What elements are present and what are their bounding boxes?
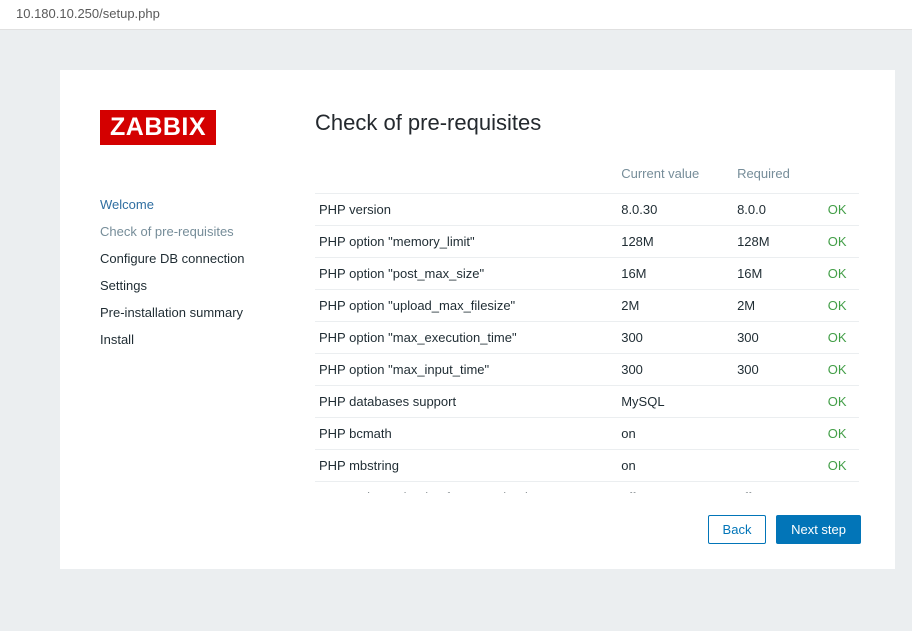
cell-status: OK bbox=[824, 386, 859, 418]
table-row: PHP bcmathon OK bbox=[315, 418, 859, 450]
cell-name: PHP option "post_max_size" bbox=[315, 258, 617, 290]
url-text: 10.180.10.250/setup.php bbox=[16, 6, 160, 21]
cell-current: 2M bbox=[617, 290, 733, 322]
cell-name: PHP option "upload_max_filesize" bbox=[315, 290, 617, 322]
cell-required: 8.0.0 bbox=[733, 194, 824, 226]
cell-status: OK bbox=[824, 450, 859, 482]
sidebar: ZABBIX WelcomeCheck of pre-requisitesCon… bbox=[60, 110, 315, 544]
back-button[interactable]: Back bbox=[708, 515, 767, 544]
cell-name: PHP option "max_input_time" bbox=[315, 354, 617, 386]
cell-required: off bbox=[733, 482, 824, 494]
next-step-button[interactable]: Next step bbox=[776, 515, 861, 544]
cell-current: MySQL bbox=[617, 386, 733, 418]
cell-required: 300 bbox=[733, 354, 824, 386]
cell-status: OK bbox=[824, 322, 859, 354]
cell-current: on bbox=[617, 418, 733, 450]
cell-current: off bbox=[617, 482, 733, 494]
cell-required bbox=[733, 418, 824, 450]
cell-status: OK bbox=[824, 226, 859, 258]
col-header-status bbox=[824, 158, 859, 194]
cell-name: PHP option "mbstring.func_overload" bbox=[315, 482, 617, 494]
cell-current: 300 bbox=[617, 322, 733, 354]
cell-current: 16M bbox=[617, 258, 733, 290]
cell-status: OK bbox=[824, 482, 859, 494]
table-row: PHP option "post_max_size"16M16MOK bbox=[315, 258, 859, 290]
table-row: PHP option "mbstring.func_overload"offof… bbox=[315, 482, 859, 494]
table-row: PHP mbstringon OK bbox=[315, 450, 859, 482]
main: Check of pre-requisites Current value Re… bbox=[315, 110, 865, 544]
nav-item-2[interactable]: Configure DB connection bbox=[100, 245, 315, 272]
page-title: Check of pre-requisites bbox=[315, 110, 865, 136]
nav-item-3[interactable]: Settings bbox=[100, 272, 315, 299]
table-row: PHP option "memory_limit"128M128MOK bbox=[315, 226, 859, 258]
cell-required: 16M bbox=[733, 258, 824, 290]
cell-name: PHP mbstring bbox=[315, 450, 617, 482]
address-bar[interactable]: 10.180.10.250/setup.php bbox=[0, 0, 912, 30]
cell-name: PHP option "max_execution_time" bbox=[315, 322, 617, 354]
cell-status: OK bbox=[824, 354, 859, 386]
nav-item-1[interactable]: Check of pre-requisites bbox=[100, 218, 315, 245]
nav-item-5[interactable]: Install bbox=[100, 326, 315, 353]
nav: WelcomeCheck of pre-requisitesConfigure … bbox=[60, 191, 315, 353]
table-row: PHP option "upload_max_filesize"2M2MOK bbox=[315, 290, 859, 322]
nav-item-4[interactable]: Pre-installation summary bbox=[100, 299, 315, 326]
requisites-scroll[interactable]: Current value Required PHP version8.0.30… bbox=[315, 158, 865, 493]
cell-required: 2M bbox=[733, 290, 824, 322]
cell-name: PHP version bbox=[315, 194, 617, 226]
cell-required bbox=[733, 450, 824, 482]
cell-name: PHP bcmath bbox=[315, 418, 617, 450]
table-row: PHP option "max_input_time"300300OK bbox=[315, 354, 859, 386]
col-header-name bbox=[315, 158, 617, 194]
cell-required: 300 bbox=[733, 322, 824, 354]
cell-required: 128M bbox=[733, 226, 824, 258]
page-wrap: ZABBIX WelcomeCheck of pre-requisitesCon… bbox=[0, 30, 912, 569]
cell-current: 128M bbox=[617, 226, 733, 258]
cell-current: 8.0.30 bbox=[617, 194, 733, 226]
cell-status: OK bbox=[824, 290, 859, 322]
table-row: PHP version8.0.308.0.0OK bbox=[315, 194, 859, 226]
cell-current: on bbox=[617, 450, 733, 482]
footer: Back Next step bbox=[315, 515, 865, 544]
requisites-table: Current value Required PHP version8.0.30… bbox=[315, 158, 859, 493]
table-row: PHP databases supportMySQL OK bbox=[315, 386, 859, 418]
setup-card: ZABBIX WelcomeCheck of pre-requisitesCon… bbox=[60, 70, 895, 569]
cell-status: OK bbox=[824, 258, 859, 290]
cell-name: PHP option "memory_limit" bbox=[315, 226, 617, 258]
logo: ZABBIX bbox=[100, 110, 216, 145]
col-header-required: Required bbox=[733, 158, 824, 194]
cell-required bbox=[733, 386, 824, 418]
table-row: PHP option "max_execution_time"300300OK bbox=[315, 322, 859, 354]
cell-status: OK bbox=[824, 418, 859, 450]
cell-name: PHP databases support bbox=[315, 386, 617, 418]
col-header-current: Current value bbox=[617, 158, 733, 194]
cell-current: 300 bbox=[617, 354, 733, 386]
nav-item-0[interactable]: Welcome bbox=[100, 191, 315, 218]
cell-status: OK bbox=[824, 194, 859, 226]
